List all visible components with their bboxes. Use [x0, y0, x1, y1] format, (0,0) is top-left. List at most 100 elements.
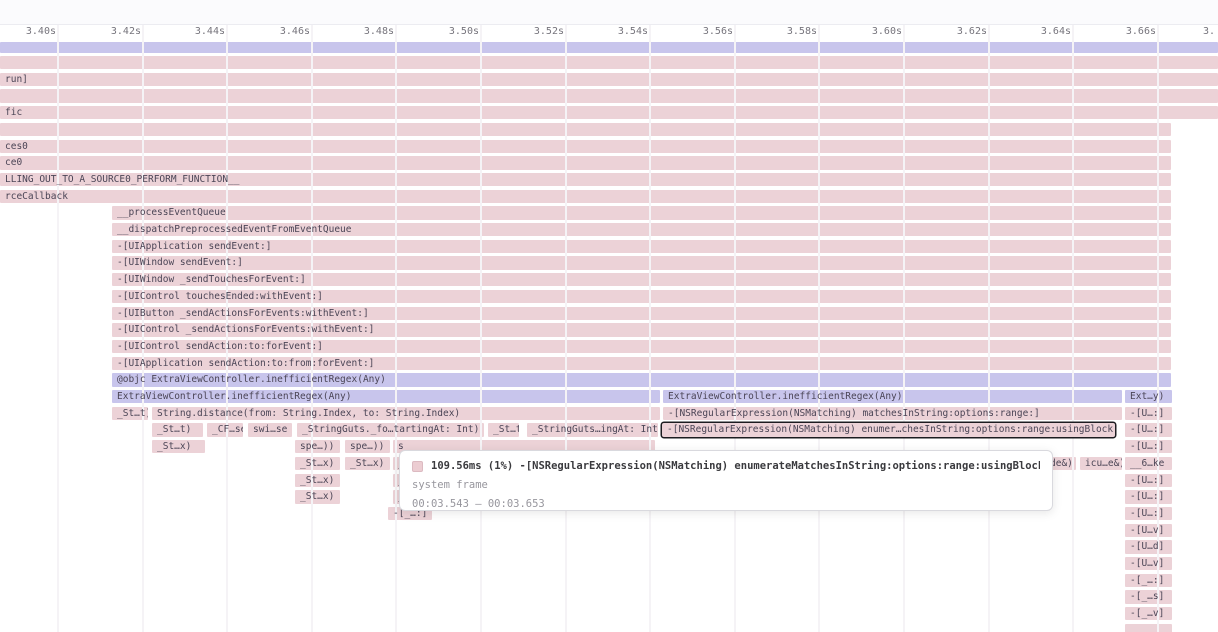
stack-frame-bar[interactable]: icu…e&): [1080, 457, 1122, 470]
stack-frame-bar[interactable]: @objc ExtraViewController.inefficientReg…: [112, 373, 1171, 386]
stack-frame-label: __processEventQueue: [112, 206, 1171, 219]
stack-frame-bar[interactable]: ExtraViewController.inefficientRegex(Any…: [112, 390, 660, 403]
stack-frame-bar[interactable]: _StringGuts._fo…tartingAt: Int): [297, 423, 484, 436]
time-ruler-label: 3.60s: [840, 26, 902, 37]
stack-frame-label: run]: [0, 73, 1218, 86]
stack-frame-label: -[U…:]: [1125, 440, 1172, 453]
stack-frame-bar[interactable]: rceCallback: [0, 190, 1171, 203]
frame-color-swatch-icon: [412, 461, 423, 472]
stack-frame-label: -[U…:]: [1125, 423, 1172, 436]
time-ruler-label: 3.54s: [586, 26, 648, 37]
stack-frame-label: _StringGuts…ingAt: Int): [527, 423, 658, 436]
track-header-strip: [0, 0, 1218, 25]
stack-frame-bar[interactable]: -[U…v]: [1125, 524, 1172, 537]
stack-frame-bar[interactable]: _StringGuts…ingAt: Int): [527, 423, 658, 436]
stack-frame-label: _St…x): [295, 490, 340, 503]
flame-chart: 3.40s3.42s3.44s3.46s3.48s3.50s3.52s3.54s…: [0, 0, 1218, 632]
tooltip: 109.56ms (1%) -[NSRegularExpression(NSMa…: [399, 450, 1053, 511]
stack-frame-bar[interactable]: -[NSRegularExpression(NSMatching) matche…: [663, 407, 1122, 420]
stack-frame-label: -[NSRegularExpression(NSMatching) enumer…: [662, 423, 1115, 436]
stack-frame-bar[interactable]: -[_…:]: [1125, 574, 1172, 587]
stack-frame-label: ExtraViewController.inefficientRegex(Any…: [112, 390, 660, 403]
stack-frame-bar[interactable]: ce0: [0, 156, 1171, 169]
stack-frame-label: -[UIApplication sendAction:to:from:forEv…: [112, 357, 1171, 370]
stack-frame-label: _St…x): [345, 457, 390, 470]
stack-frame-bar[interactable]: -[U…:]: [1125, 423, 1172, 436]
time-ruler[interactable]: 3.40s3.42s3.44s3.46s3.48s3.50s3.52s3.54s…: [0, 25, 1218, 41]
stack-frame-bar[interactable]: -[UIControl touchesEnded:withEvent:]: [112, 290, 1171, 303]
stack-frame-bar[interactable]: -[UIWindow sendEvent:]: [112, 256, 1171, 269]
stack-frame-label: -[U…:]: [1125, 474, 1172, 487]
stack-frame-label: ExtraViewController.inefficientRegex(Any…: [663, 390, 1122, 403]
stack-frame-bar[interactable]: _St…t): [488, 423, 519, 436]
stack-frame-bar[interactable]: __dispatchPreprocessedEventFromEventQueu…: [112, 223, 1171, 236]
stack-frame-bar[interactable]: __6…ke: [1125, 457, 1172, 470]
stack-frame-label: -[U…:]: [1125, 490, 1172, 503]
stack-frame-label: -[UIApplication sendEvent:]: [112, 240, 1171, 253]
stack-frame-bar[interactable]: -[UIButton _sendActionsForEvents:withEve…: [112, 307, 1171, 320]
stack-frame-bar[interactable]: ExtraViewController.inefficientRegex(Any…: [663, 390, 1122, 403]
stack-frame-bar[interactable]: -[UIWindow _sendTouchesForEvent:]: [112, 273, 1171, 286]
stack-frame-bar[interactable]: _St…x): [295, 474, 340, 487]
stack-frame-label: @objc ExtraViewController.inefficientReg…: [112, 373, 1171, 386]
stack-frame-bar[interactable]: _St…x): [152, 440, 205, 453]
time-ruler-label: 3.62s: [925, 26, 987, 37]
stack-frame-label: -[U…d]: [1125, 540, 1172, 553]
stack-frame-bar[interactable]: Ext…y): [1125, 390, 1172, 403]
stack-frame-bar[interactable]: -[UIApplication sendAction:to:from:forEv…: [112, 357, 1171, 370]
stack-frame-bar[interactable]: [0, 89, 1218, 102]
stack-frame-bar[interactable]: -[_…v]: [1125, 607, 1172, 620]
time-ruler-label: 3.44s: [163, 26, 225, 37]
stack-frame-label: -[UIWindow _sendTouchesForEvent:]: [112, 273, 1171, 286]
stack-frame-bar[interactable]: _St…t): [112, 407, 148, 420]
stack-frame-bar[interactable]: run]: [0, 73, 1218, 86]
stack-frame-bar[interactable]: spe…)): [345, 440, 390, 453]
stack-frame-bar[interactable]: _St…t): [152, 423, 203, 436]
stack-frame-bar[interactable]: -[UIControl sendAction:to:forEvent:]: [112, 340, 1171, 353]
stack-frame-label: _StringGuts._fo…tartingAt: Int): [297, 423, 484, 436]
tooltip-time-range: 00:03.543 — 00:03.653: [412, 498, 545, 510]
stack-frame-bar[interactable]: LLING_OUT_TO_A_SOURCE0_PERFORM_FUNCTION_…: [0, 173, 1171, 186]
stack-frame-bar[interactable]: fic: [0, 106, 1218, 119]
stack-frame-bar[interactable]: -[U…:]: [1125, 440, 1172, 453]
stack-frame-label: -[UIControl touchesEnded:withEvent:]: [112, 290, 1171, 303]
stack-frame-bar[interactable]: -[UIControl _sendActionsForEvents:withEv…: [112, 323, 1171, 336]
stack-frame-bar[interactable]: spe…)): [295, 440, 340, 453]
stack-frame-label: __dispatchPreprocessedEventFromEventQueu…: [112, 223, 1171, 236]
time-ruler-label: 3.50s: [417, 26, 479, 37]
stack-frame-bar[interactable]: __processEventQueue: [112, 206, 1171, 219]
stack-frame-label: -[U…v]: [1125, 557, 1172, 570]
stack-frame-bar[interactable]: [1125, 624, 1172, 632]
stack-frame-label: _St…t): [112, 407, 148, 420]
stack-frame-bar[interactable]: -[U…:]: [1125, 474, 1172, 487]
stack-frame-bar[interactable]: [0, 56, 1218, 69]
time-ruler-label: 3.58s: [755, 26, 817, 37]
stack-frame-bar[interactable]: -[U…:]: [1125, 407, 1172, 420]
stack-frame-bar[interactable]: _St…x): [295, 490, 340, 503]
stack-frame-bar[interactable]: [0, 42, 1218, 53]
stack-frame-label: -[U…v]: [1125, 524, 1172, 537]
stack-frame-label: -[NSRegularExpression(NSMatching) matche…: [663, 407, 1122, 420]
stack-frame-bar[interactable]: swi…se: [248, 423, 292, 436]
stack-frame-bar[interactable]: -[U…:]: [1125, 507, 1172, 520]
stack-frame-bar[interactable]: ces0: [0, 140, 1171, 153]
stack-frame-bar[interactable]: String.distance(from: String.Index, to: …: [152, 407, 660, 420]
stack-frame-bar[interactable]: -[UIApplication sendEvent:]: [112, 240, 1171, 253]
stack-frame-bar[interactable]: [0, 123, 1171, 136]
stack-frame-bar[interactable]: -[U…v]: [1125, 557, 1172, 570]
stack-frame-bar[interactable]: _CF…se: [207, 423, 243, 436]
stack-frame-bar[interactable]: -[U…:]: [1125, 490, 1172, 503]
stack-frame-label: spe…)): [295, 440, 340, 453]
stack-frame-label: -[U…:]: [1125, 407, 1172, 420]
time-ruler-label: 3.48s: [332, 26, 394, 37]
stack-frame-bar[interactable]: _St…x): [295, 457, 340, 470]
time-ruler-label: 3.42s: [79, 26, 141, 37]
stack-frame-label: -[UIButton _sendActionsForEvents:withEve…: [112, 307, 1171, 320]
stack-frame-label: _St…x): [295, 474, 340, 487]
stack-frame-bar[interactable]: -[U…d]: [1125, 540, 1172, 553]
time-ruler-label: 3.64s: [1009, 26, 1071, 37]
stack-frame-bar-selected[interactable]: -[NSRegularExpression(NSMatching) enumer…: [662, 423, 1115, 436]
stack-frame-bar[interactable]: _St…x): [345, 457, 390, 470]
stack-frame-bar[interactable]: -[_…s]: [1125, 590, 1172, 603]
stack-frame-label: LLING_OUT_TO_A_SOURCE0_PERFORM_FUNCTION_…: [0, 173, 1171, 186]
